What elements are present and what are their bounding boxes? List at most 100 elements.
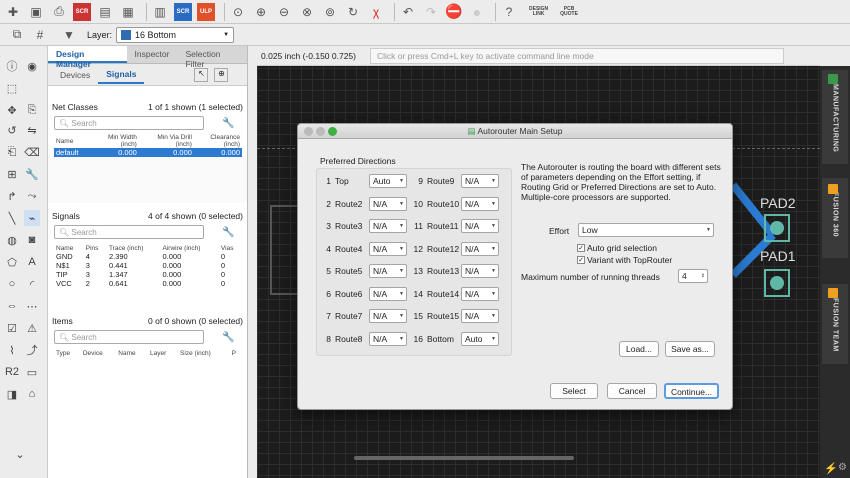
items-header[interactable]: Layer [148, 350, 178, 357]
wrench-icon[interactable]: 🔧 [222, 118, 234, 129]
tag-icon[interactable]: ⌂ [24, 386, 40, 402]
zoom-icon[interactable]: ⊕ [214, 67, 229, 82]
filter-icon[interactable]: ▼ [60, 26, 78, 44]
polygon-icon[interactable]: ⬠ [4, 254, 20, 270]
undo-icon[interactable]: ↶ [399, 3, 417, 21]
pointer-icon[interactable]: ↖ [194, 67, 209, 82]
subtab-devices[interactable]: Devices [52, 67, 98, 83]
zoom-area-icon[interactable]: ⊚ [321, 3, 339, 21]
select-button[interactable]: Select [550, 383, 598, 399]
go-icon[interactable]: ● [468, 3, 486, 21]
meander-icon[interactable]: ⌇ [4, 342, 20, 358]
new-icon[interactable]: ✚ [4, 3, 22, 21]
direction-select[interactable]: N/A ▼ [461, 196, 499, 211]
variant-checkbox[interactable]: ✓ Variant with TopRouter [577, 255, 672, 265]
wrench-icon[interactable]: 🔧 [222, 227, 234, 238]
tab-design-manager[interactable]: Design Manager [48, 46, 127, 69]
maximize-icon[interactable] [328, 127, 337, 136]
table-row[interactable]: VCC 2 0.641 0.000 0 [54, 279, 242, 288]
direction-select[interactable]: N/A ▼ [369, 309, 407, 323]
cancel-button[interactable]: Cancel [607, 383, 657, 399]
items-header[interactable]: P [230, 350, 242, 357]
board-icon[interactable]: ▦ [119, 3, 137, 21]
net-classes-search[interactable]: 🔍︎ Search [54, 116, 204, 130]
move-icon[interactable]: ✥ [4, 102, 20, 118]
direction-select[interactable]: N/A ▼ [461, 219, 499, 233]
group-icon[interactable]: ⊞ [4, 166, 20, 182]
pcb-quote-button[interactable]: PCB QUOTE [560, 6, 578, 17]
close-icon[interactable] [304, 127, 313, 136]
dimension-icon[interactable]: ⇔ [4, 298, 20, 314]
copy-icon[interactable]: ⎘ [24, 102, 40, 118]
table-row[interactable]: N$1 3 0.441 0.000 0 [54, 261, 242, 270]
signals-header[interactable]: Airwire (inch) [161, 245, 219, 252]
circle-icon[interactable]: ○ [4, 276, 20, 292]
drc-icon[interactable]: ☑ [4, 320, 20, 336]
smd-icon[interactable]: ▭ [24, 364, 40, 380]
signals-header[interactable]: Trace (inch) [107, 245, 161, 252]
route-icon[interactable]: ↱ [4, 188, 20, 204]
wrench-icon[interactable]: 🔧 [24, 166, 40, 182]
signals-header[interactable]: Name [54, 245, 84, 252]
layer-select[interactable]: 16 Bottom ▼ [116, 26, 235, 43]
r2-icon[interactable]: R2 [4, 364, 20, 380]
settings-icon[interactable]: ⚙ [838, 462, 847, 473]
zoom-fit-icon[interactable]: ⊙ [229, 3, 247, 21]
errors-icon[interactable]: ⚠ [24, 320, 40, 336]
layer-settings-icon[interactable]: ⧉ [8, 26, 26, 44]
ripup-icon[interactable]: ⤳ [24, 188, 40, 204]
redraw-icon[interactable]: ↻ [344, 3, 362, 21]
signals-header[interactable]: Pins [84, 245, 107, 252]
auto-grid-checkbox[interactable]: ✓ Auto grid selection [577, 243, 657, 253]
items-header[interactable]: Type [54, 350, 81, 357]
direction-select[interactable]: N/A ▼ [369, 196, 407, 211]
save-as-button[interactable]: Save as... [665, 341, 715, 357]
info-icon[interactable]: ⓘ [4, 58, 20, 74]
net-classes-header[interactable]: Name [54, 134, 92, 148]
signals-search[interactable]: 🔍︎ Search [54, 225, 204, 239]
table-row[interactable]: GND 4 2.390 0.000 0 [54, 252, 242, 261]
tab-inspector[interactable]: Inspector [127, 46, 178, 63]
run-script-icon[interactable]: ▥ [151, 3, 169, 21]
rotate-icon[interactable]: ↺ [4, 122, 20, 138]
direction-select[interactable]: N/A ▼ [461, 309, 499, 323]
design-link-button[interactable]: DESIGN LINK [529, 6, 548, 17]
tab-manufacturing[interactable]: MANUFACTURING [822, 70, 848, 164]
lightning-icon[interactable]: ⚡ [824, 462, 838, 475]
direction-select[interactable]: N/A ▼ [369, 264, 407, 278]
wrench-icon[interactable]: 🔧 [222, 332, 234, 343]
mirror-icon[interactable]: ⇋ [24, 122, 40, 138]
table-row[interactable]: TIP 3 1.347 0.000 0 [54, 270, 242, 279]
items-header[interactable]: Device [81, 350, 116, 357]
ratsnest-icon[interactable]: χ [367, 3, 385, 21]
direction-select[interactable]: N/A ▼ [369, 286, 407, 301]
ulp-icon[interactable]: ULP [197, 2, 215, 21]
optimize-icon[interactable]: ⤴ [24, 342, 40, 358]
direction-select[interactable]: N/A ▼ [369, 331, 407, 346]
minimize-icon[interactable] [316, 127, 325, 136]
line-icon[interactable]: ╲ [4, 210, 20, 226]
direction-select[interactable]: N/A ▼ [461, 264, 499, 278]
help-icon[interactable]: ? [500, 3, 518, 21]
command-line-input[interactable]: Click or press Cmd+L key to activate com… [369, 47, 784, 64]
arc-icon[interactable]: ◜ [24, 276, 40, 292]
direction-select[interactable]: Auto ▼ [461, 331, 499, 346]
load-button[interactable]: Load... [619, 341, 659, 357]
direction-select[interactable]: N/A ▼ [461, 174, 499, 188]
save-icon[interactable]: ▣ [27, 3, 45, 21]
net-classes-header[interactable]: Min Width (inch) [92, 134, 139, 148]
items-search[interactable]: 🔍︎ Search [54, 330, 204, 344]
select-icon[interactable]: ⬚ [4, 80, 20, 96]
threads-stepper[interactable]: 4 ⇕ [678, 269, 708, 283]
net-classes-header[interactable]: Min Via Drill (inch) [139, 134, 194, 148]
direction-select[interactable]: N/A ▼ [369, 219, 407, 233]
expand-icon[interactable]: ⌄ [12, 446, 28, 462]
hole-icon[interactable]: ◙ [24, 232, 40, 248]
continue-button[interactable]: Continue... [664, 383, 719, 399]
items-header[interactable]: Name [116, 350, 148, 357]
direction-select[interactable]: Auto ▼ [369, 174, 407, 188]
via-icon[interactable]: ◍ [4, 232, 20, 248]
autorouter-icon[interactable]: ⌁ [24, 210, 40, 226]
net-classes-header[interactable]: Clearance (inch) [194, 134, 242, 148]
horizontal-scrollbar[interactable] [354, 456, 574, 460]
